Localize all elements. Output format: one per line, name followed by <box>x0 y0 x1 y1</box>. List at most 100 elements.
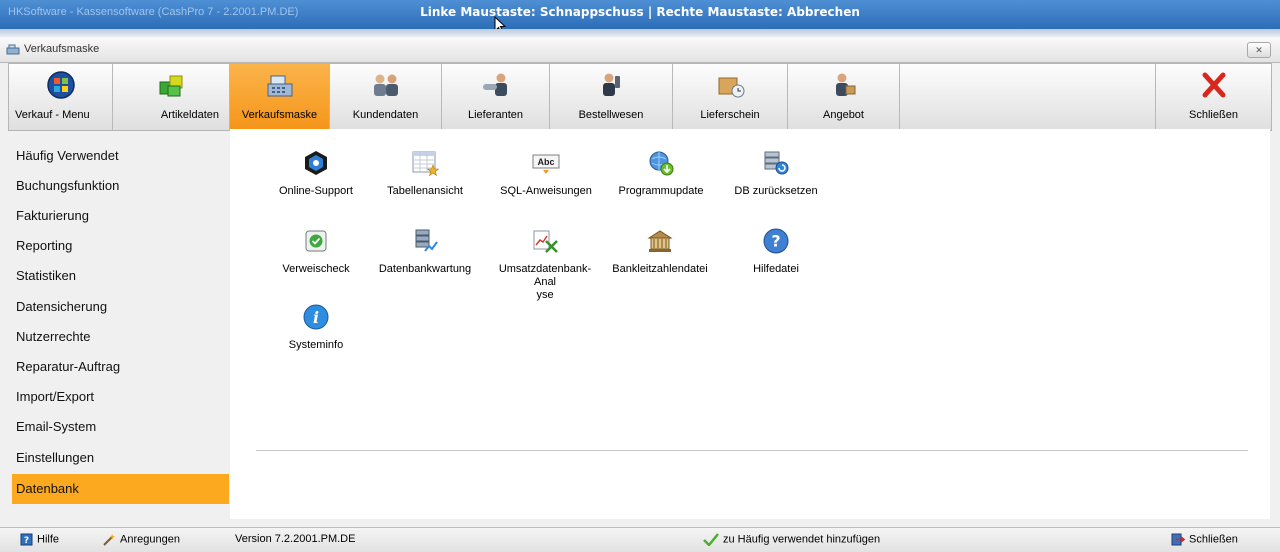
svg-text:i: i <box>313 308 319 327</box>
sidebar-item-reporting[interactable]: Reporting <box>12 231 229 261</box>
sidebar-item-buchungsfunktion[interactable]: Buchungsfunktion <box>12 171 229 201</box>
tile-label: DB zurücksetzen <box>734 185 818 197</box>
toolbar-label: Artikeldaten <box>160 109 219 121</box>
toolbar-label: Angebot <box>823 109 864 121</box>
toolbar-label: Lieferschein <box>700 109 760 121</box>
order-phone-icon <box>603 73 620 96</box>
sidebar-item-reparatur-auftrag[interactable]: Reparatur-Auftrag <box>12 352 229 382</box>
os-titlebar: HKSoftware - Kassensoftware (CashPro 7 -… <box>0 0 1280 34</box>
database-reset-icon <box>764 151 789 175</box>
sidebar-item-import-export[interactable]: Import/Export <box>12 382 229 412</box>
toolbar-label: Bestellwesen <box>578 109 644 121</box>
tile-umsatzdatenbank-analyse[interactable]: Umsatzdatenbank-Anal yse <box>489 227 601 302</box>
toolbar-artikeldaten-button[interactable]: Artikeldaten <box>113 64 230 130</box>
svg-text:?: ? <box>771 232 780 251</box>
offer-person-icon <box>835 73 855 96</box>
tile-label: SQL-Anweisungen <box>500 185 592 197</box>
delivery-box-clock-icon <box>718 77 745 98</box>
cash-register-small-icon <box>6 44 20 55</box>
tile-systeminfo[interactable]: i Systeminfo <box>260 303 372 352</box>
supplier-handshake-icon <box>482 73 507 96</box>
content-panel: Online-Support Tabellenansicht Abc SQL-A… <box>230 129 1270 519</box>
link-check-icon <box>305 230 327 252</box>
tile-label: Verweischeck <box>282 263 350 275</box>
window-title: Verkaufsmaske <box>24 43 100 55</box>
toolbar-close-button[interactable]: Schließen <box>1155 64 1271 130</box>
tile-datenbankwartung[interactable]: Datenbankwartung <box>369 227 481 276</box>
suggestions-link[interactable]: Anregungen <box>102 533 180 546</box>
tile-verweischeck[interactable]: Verweischeck <box>260 227 372 276</box>
sidebar: Häufig Verwendet Buchungsfunktion Faktur… <box>8 139 230 520</box>
tile-label: Bankleitzahlendatei <box>612 263 708 275</box>
checkmark-icon <box>703 533 719 546</box>
tile-label: Umsatzdatenbank-Anal yse <box>498 263 592 301</box>
toolbar-lieferanten-button[interactable]: Lieferanten <box>442 64 550 130</box>
bank-icon <box>647 230 673 252</box>
tile-programmupdate[interactable]: Programmupdate <box>605 149 717 198</box>
tile-tabellenansicht[interactable]: Tabellenansicht <box>369 149 481 198</box>
status-bar: ? Hilfe Anregungen Version 7.2.2001.PM.D… <box>0 527 1280 552</box>
help-icon: ? <box>763 228 789 254</box>
sidebar-item-nutzerrechte[interactable]: Nutzerrechte <box>12 322 229 352</box>
tile-db-zuruecksetzen[interactable]: DB zurücksetzen <box>720 149 832 198</box>
magic-wand-icon <box>103 534 115 546</box>
database-maintenance-icon <box>415 229 438 252</box>
close-x-icon <box>1202 72 1225 98</box>
title-band <box>0 29 1280 37</box>
svg-text:Abc: Abc <box>537 157 554 167</box>
tile-online-support[interactable]: Online-Support <box>260 149 372 198</box>
toolbar-label: Schließen <box>1189 109 1238 121</box>
suggestions-label: Anregungen <box>120 533 180 546</box>
toolbar-label: Kundendaten <box>352 109 419 121</box>
tile-sql-anweisungen[interactable]: Abc SQL-Anweisungen <box>490 149 602 198</box>
sales-analysis-icon <box>533 230 558 253</box>
customers-icon <box>373 74 398 96</box>
toolbar-label: Verkauf - Menu <box>15 109 90 121</box>
cash-register-icon <box>267 75 292 97</box>
tile-label: Hilfedatei <box>753 263 799 275</box>
version-text: Version 7.2.2001.PM.DE <box>235 533 356 545</box>
statusbar-close-link[interactable]: Schließen <box>1171 533 1238 546</box>
sidebar-item-haeufig-verwendet[interactable]: Häufig Verwendet <box>12 141 229 171</box>
sidebar-item-datensicherung[interactable]: Datensicherung <box>12 292 229 322</box>
toolbar-verkaufsmaske-button[interactable]: Verkaufsmaske <box>230 64 330 130</box>
support-cube-icon <box>305 151 327 175</box>
tile-label: Tabellenansicht <box>387 185 463 197</box>
sidebar-item-statistiken[interactable]: Statistiken <box>12 261 229 291</box>
toolbar-angebot-button[interactable]: Angebot <box>788 64 900 130</box>
tile-label: Online-Support <box>279 185 353 197</box>
help-label: Hilfe <box>37 533 60 546</box>
capture-hint: Linke Maustaste: Schnappschuss | Rechte … <box>420 5 860 19</box>
toolbar-label: Verkaufsmaske <box>241 109 318 121</box>
add-favorite-link[interactable]: zu Häufig verwendet hinzufügen <box>703 533 880 546</box>
toolbar-lieferschein-button[interactable]: Lieferschein <box>673 64 788 130</box>
tile-label: Programmupdate <box>618 185 704 197</box>
toolbar-verkauf-menu-button[interactable]: Verkauf - Menu <box>9 64 113 130</box>
sidebar-item-fakturierung[interactable]: Fakturierung <box>12 201 229 231</box>
windows-orb-icon <box>46 71 75 99</box>
tile-hilfedatei[interactable]: ? Hilfedatei <box>720 227 832 276</box>
abc-sql-icon: Abc <box>532 154 560 174</box>
help-book-icon: ? <box>20 533 33 546</box>
window-header: Verkaufsmaske ✕ <box>0 37 1280 63</box>
sidebar-item-datenbank[interactable]: Datenbank <box>12 474 229 504</box>
tile-bankleitzahlendatei[interactable]: Bankleitzahlendatei <box>604 227 716 276</box>
exit-door-icon <box>1171 533 1185 546</box>
toolbar-label: Lieferanten <box>467 109 524 121</box>
statusbar-close-label: Schließen <box>1189 533 1238 546</box>
cubes-icon <box>159 75 183 97</box>
info-icon: i <box>303 304 329 330</box>
content-divider <box>256 450 1248 451</box>
help-link[interactable]: ? Hilfe <box>20 533 59 546</box>
sidebar-item-einstellungen[interactable]: Einstellungen <box>12 443 229 473</box>
add-favorite-label: zu Häufig verwendet hinzufügen <box>723 533 881 546</box>
tile-label: Systeminfo <box>288 339 344 351</box>
tile-label: Datenbankwartung <box>378 263 472 275</box>
window-close-button[interactable]: ✕ <box>1247 42 1271 58</box>
svg-text:?: ? <box>24 536 29 546</box>
toolbar-kundendaten-button[interactable]: Kundendaten <box>330 64 442 130</box>
table-star-icon <box>412 151 440 177</box>
sidebar-item-email-system[interactable]: Email-System <box>12 412 229 442</box>
main-toolbar: Verkauf - Menu Artikeldaten Verkaufsmask… <box>8 63 1272 131</box>
toolbar-bestellwesen-button[interactable]: Bestellwesen <box>550 64 673 130</box>
